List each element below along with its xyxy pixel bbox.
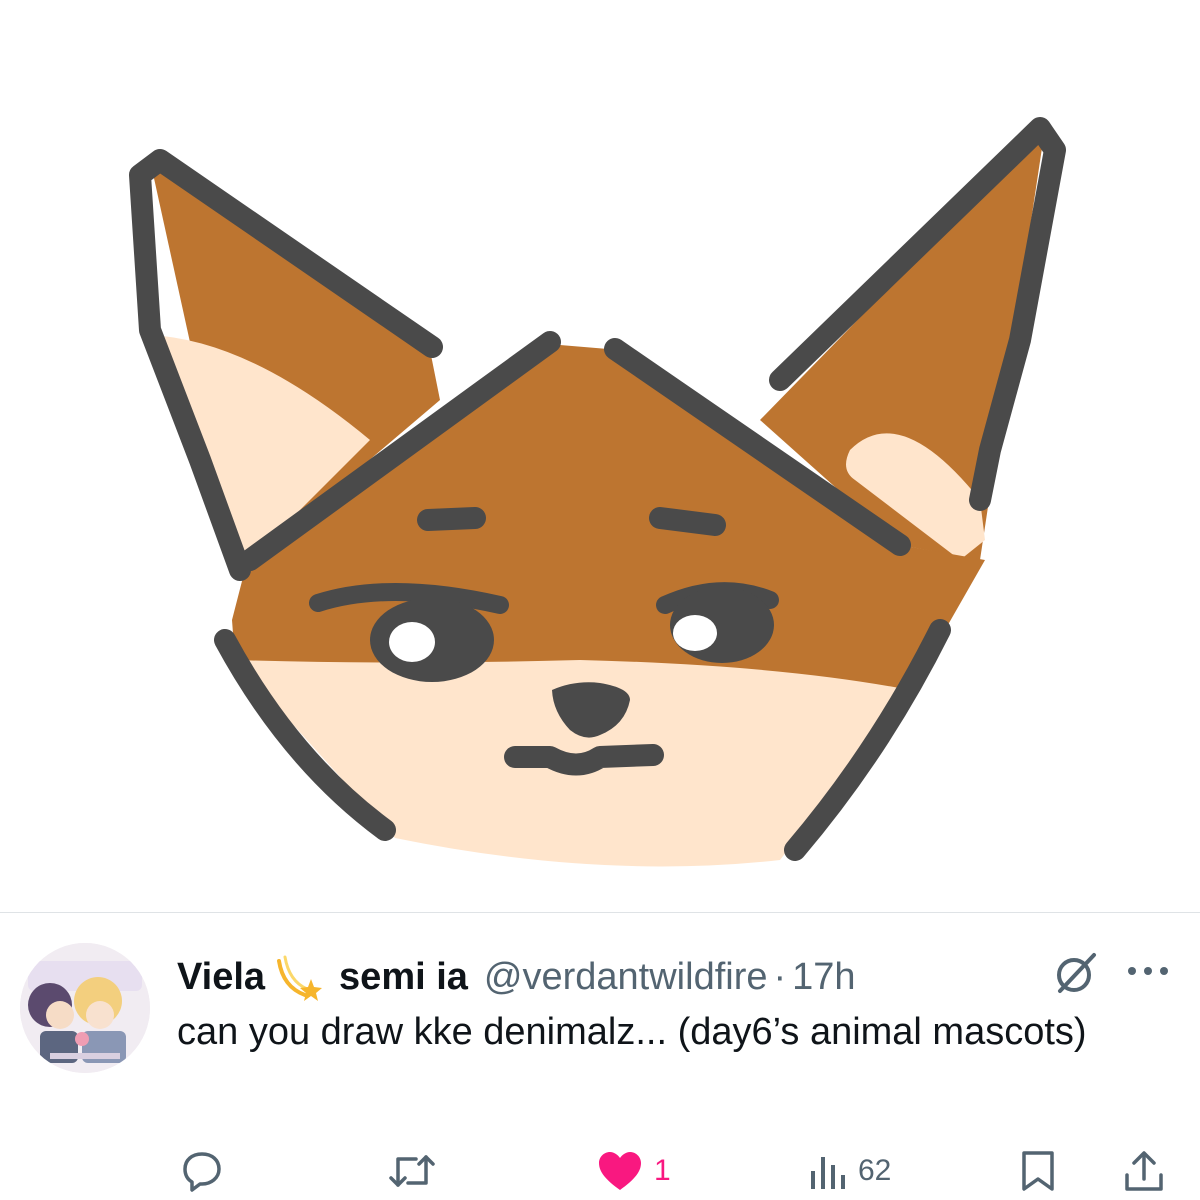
reply-icon: [183, 1152, 221, 1192]
avatar[interactable]: [20, 943, 150, 1073]
more-options-icon[interactable]: [1126, 959, 1170, 983]
views-count: 62: [858, 1154, 892, 1187]
timestamp[interactable]: 17h: [792, 956, 855, 999]
views-button[interactable]: 62: [808, 1143, 891, 1199]
avatar-illustration: [20, 943, 150, 1073]
grok-icon[interactable]: [1052, 949, 1100, 997]
reply-button[interactable]: [180, 1143, 234, 1199]
share-button[interactable]: [1122, 1143, 1166, 1199]
bookmark-icon: [1022, 1151, 1054, 1191]
tweet-header: Viela semi ia @verdantwildfire · 17h: [177, 947, 856, 1007]
like-count: 1: [654, 1154, 671, 1187]
display-name-suffix[interactable]: semi ia: [339, 956, 468, 999]
tweet-text: can you draw kke denimalz... (day6’s ani…: [177, 1011, 1087, 1053]
share-icon: [1125, 1151, 1163, 1191]
retweet-button[interactable]: [388, 1143, 446, 1199]
tweet[interactable]: Viela semi ia @verdantwildfire · 17h can…: [0, 913, 1200, 1200]
separator-dot: ·: [773, 955, 787, 998]
retweet-icon: [389, 1155, 435, 1187]
fox-mascot-drawing: [129, 117, 1066, 867]
right-eye-highlight: [673, 615, 717, 651]
display-name[interactable]: Viela: [177, 956, 265, 999]
bookmark-button[interactable]: [1018, 1143, 1058, 1199]
post-image[interactable]: [0, 0, 1200, 912]
views-icon: [811, 1157, 845, 1189]
like-button[interactable]: 1: [596, 1143, 671, 1199]
action-bar: 1 62: [0, 1143, 1200, 1199]
heart-icon: [599, 1152, 641, 1190]
user-handle[interactable]: @verdantwildfire: [484, 956, 768, 999]
left-eye-highlight: [389, 622, 435, 662]
dizzy-star-icon: [273, 951, 325, 1003]
